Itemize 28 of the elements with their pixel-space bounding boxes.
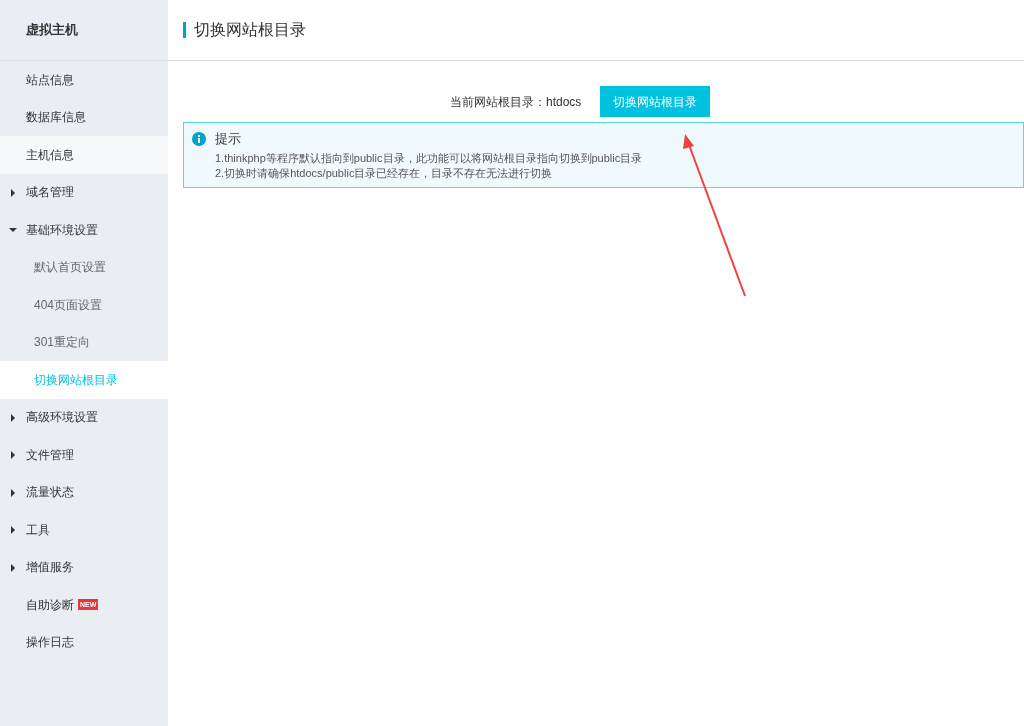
sidebar-item[interactable]: 高级环境设置 [0,398,168,436]
page-title: 切换网站根目录 [194,20,306,40]
sidebar-item[interactable]: 数据库信息 [0,98,168,136]
sidebar-item[interactable]: 主机信息 [0,136,168,174]
sidebar-item[interactable]: 基础环境设置 [0,211,168,249]
sidebar-item[interactable]: 文件管理 [0,436,168,474]
sidebar-item[interactable]: 操作日志 [0,623,168,661]
caret-right-icon [9,188,17,197]
sidebar-item[interactable]: 域名管理 [0,173,168,211]
caret-right-icon [9,413,17,422]
sidebar-item[interactable]: 流量状态 [0,473,168,511]
sidebar-item[interactable]: 404页面设置 [0,286,168,324]
notice-title: 提示 [215,130,241,148]
sidebar-item[interactable]: 工具 [0,511,168,549]
caret-right-icon [9,488,17,497]
caret-right-icon [9,526,17,534]
caret-right-icon [9,451,17,459]
caret-down-icon [9,226,17,234]
notice-text: 2.切换时请确保htdocs/public目录已经存在，目录不存在无法进行切换 [215,165,554,181]
sidebar-item[interactable]: 301重定向 [0,323,168,361]
sidebar-title: 虚拟主机 [26,21,78,40]
sidebar-item[interactable]: 默认首页设置 [0,248,168,286]
sidebar-item[interactable]: 增值服务 [0,548,168,586]
info-icon [192,131,206,146]
current-root-label: 当前网站根目录：htdocs [450,93,582,111]
sidebar-item[interactable]: 站点信息 [0,61,168,99]
caret-right-icon [9,563,17,572]
notice-text: 1.thinkphp等程序默认指向到public目录，此功能可以将网站根目录指向切换到public目录 [215,150,644,166]
